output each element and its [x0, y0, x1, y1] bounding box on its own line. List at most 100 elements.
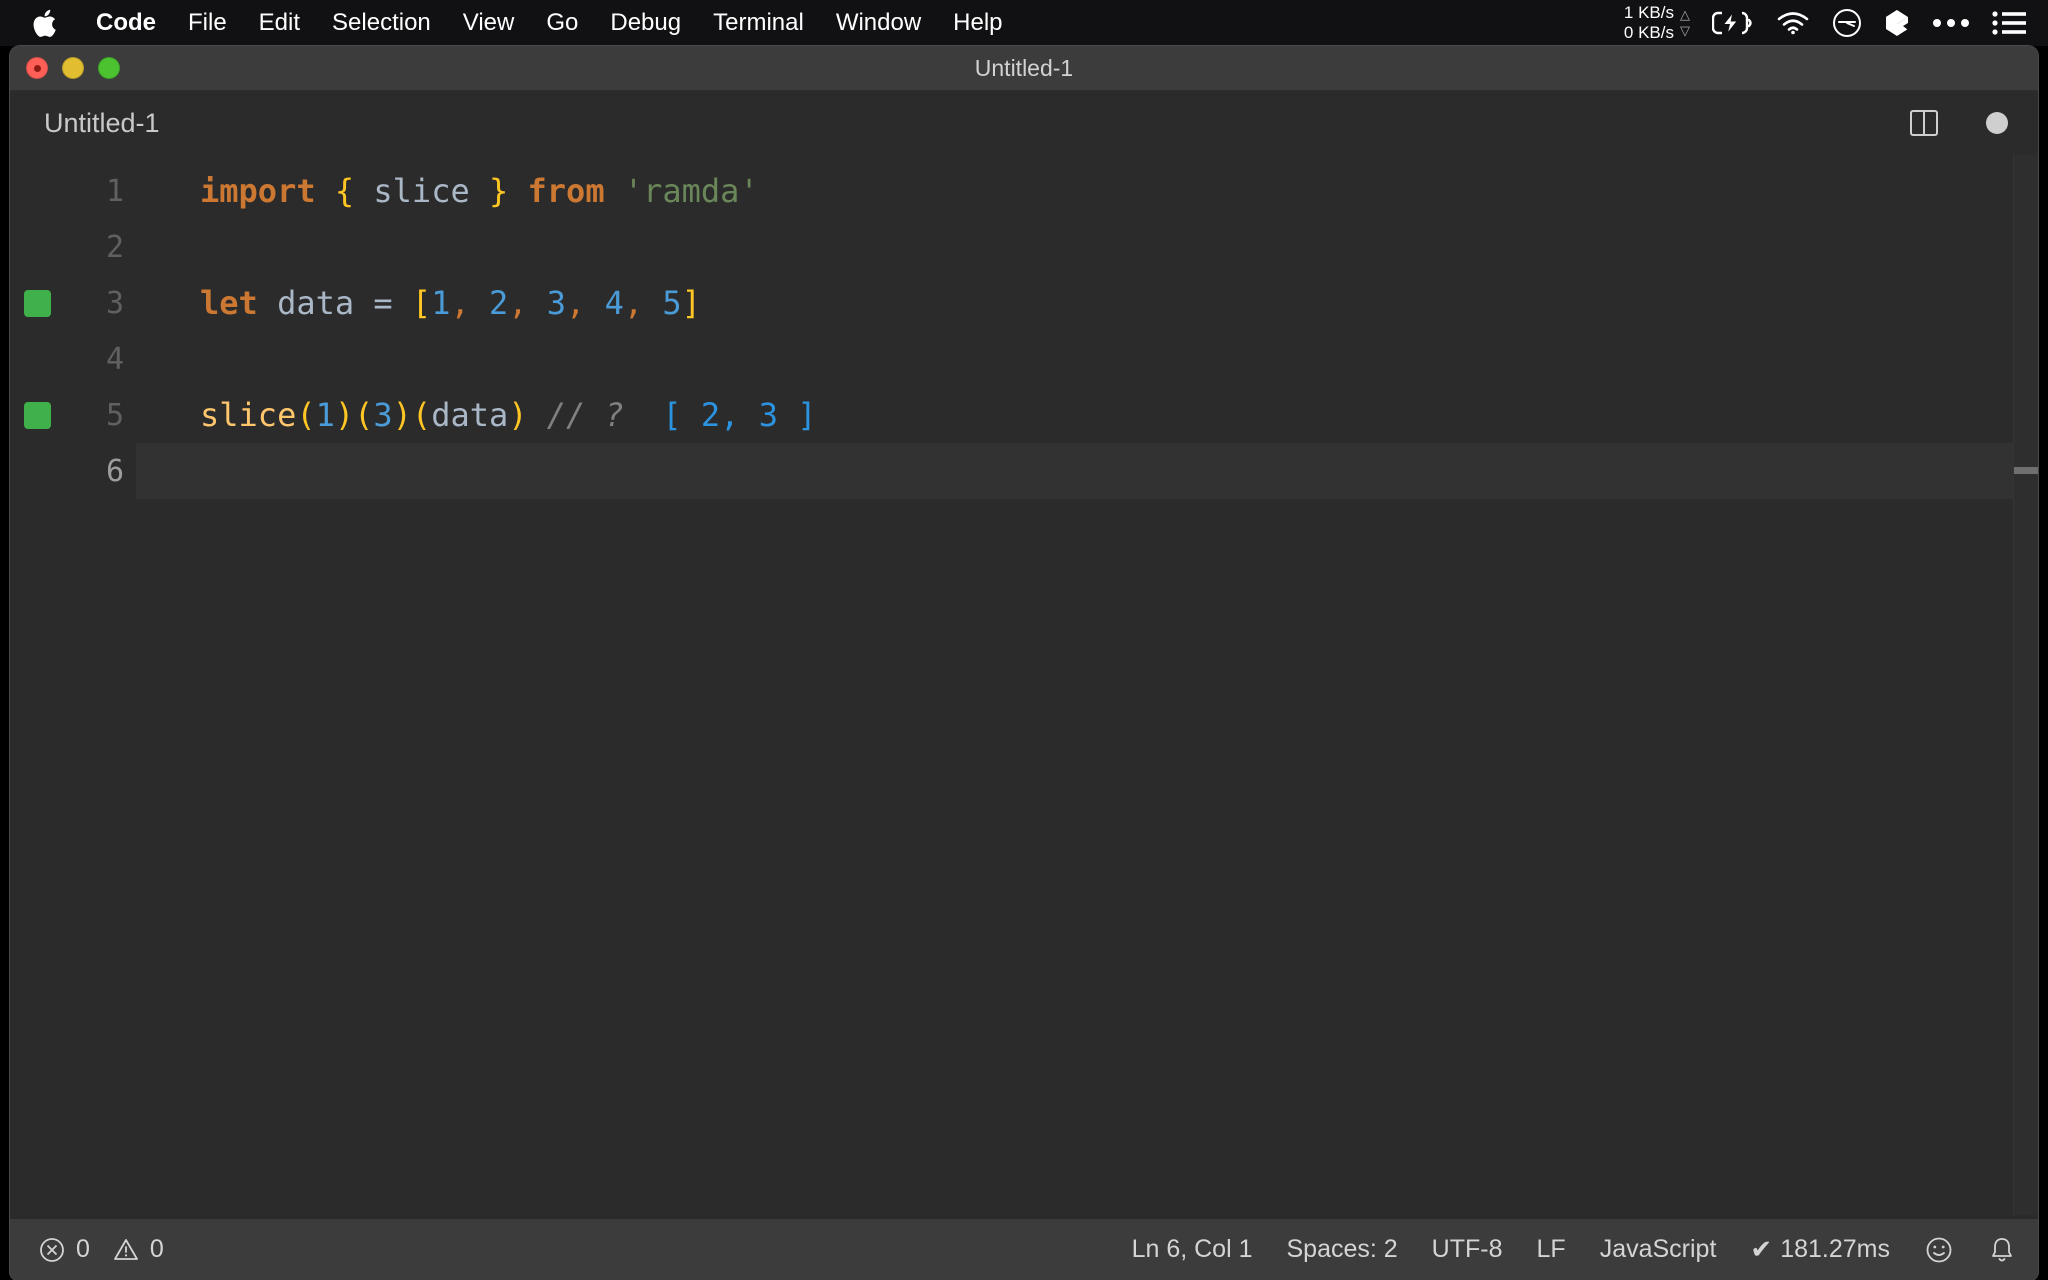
upload-arrow-icon: △: [1680, 7, 1690, 23]
code-token: data: [277, 284, 355, 322]
code-token: ,: [450, 284, 470, 322]
code-line-5[interactable]: 5 slice(1)(3)(data) // ? [ 2, 3 ]: [10, 387, 2038, 443]
menu-item-view[interactable]: View: [447, 0, 531, 46]
code-token: ): [392, 396, 412, 434]
status-quokka-runtime[interactable]: ✔ 181.27ms: [1750, 1234, 1890, 1265]
code-editor[interactable]: 1 import { slice } from 'ramda' 2 3 let data…: [10, 155, 2038, 1215]
code-line-1[interactable]: 1 import { slice } from 'ramda': [10, 163, 2038, 219]
control-center-list-icon[interactable]: [1992, 10, 2026, 36]
code-token: 5: [662, 284, 682, 322]
menu-item-debug[interactable]: Debug: [594, 0, 697, 46]
line-number: 3: [105, 285, 124, 321]
code-line-content[interactable]: let data = [1, 2, 3, 4, 5]: [136, 275, 2038, 331]
dropbox-icon[interactable]: [1884, 9, 1910, 37]
quokka-green-square-icon[interactable]: [23, 289, 51, 317]
code-token: {: [334, 172, 355, 210]
zoom-button[interactable]: [98, 57, 120, 79]
menu-item-file[interactable]: File: [172, 0, 243, 46]
code-line-content[interactable]: slice(1)(3)(data) // ? [ 2, 3 ]: [136, 387, 2038, 443]
network-upload-speed: 1 KB/s: [1623, 2, 1674, 22]
code-token: (: [354, 396, 374, 434]
code-token: 1: [315, 396, 335, 434]
menu-item-window[interactable]: Window: [820, 0, 937, 46]
traffic-light-group: [10, 57, 120, 79]
unsaved-dot-icon[interactable]: [1986, 112, 2008, 134]
code-token: let: [200, 284, 258, 322]
apple-logo-icon[interactable]: [30, 6, 60, 40]
code-line-content[interactable]: [136, 331, 2038, 387]
code-token: // ?: [546, 396, 624, 434]
line-number: 4: [105, 341, 124, 377]
status-eol[interactable]: LF: [1537, 1235, 1566, 1264]
network-speed-indicator[interactable]: 1 KB/s 0 KB/s △ ▽: [1624, 3, 1690, 43]
tab-untitled-1[interactable]: Untitled-1: [10, 108, 160, 139]
code-line-6[interactable]: 6: [10, 443, 2038, 499]
code-line-content[interactable]: [136, 219, 2038, 275]
quokka-green-square-icon[interactable]: [23, 401, 51, 429]
editor-actions: [1910, 91, 2008, 155]
status-problems[interactable]: 0 0: [38, 1235, 164, 1264]
ellipsis-icon[interactable]: [1932, 17, 1970, 29]
line-number: 6: [105, 453, 124, 489]
menu-item-help[interactable]: Help: [937, 0, 1018, 46]
status-bar-right: Ln 6, Col 1 Spaces: 2 UTF-8 LF JavaScrip…: [1132, 1234, 2016, 1265]
smiley-icon[interactable]: [1924, 1235, 1954, 1265]
bell-icon[interactable]: [1988, 1235, 2016, 1265]
code-token: 1: [431, 284, 451, 322]
code-token: 3: [373, 396, 393, 434]
wifi-icon[interactable]: [1776, 11, 1810, 35]
code-line-content[interactable]: import { slice } from 'ramda': [136, 163, 2038, 219]
editor-overview-ruler[interactable]: [2013, 155, 2038, 1215]
window-titlebar: Untitled-1: [10, 46, 2038, 91]
gutter-marker-col: [10, 289, 58, 317]
minimize-button[interactable]: [62, 57, 84, 79]
status-indentation[interactable]: Spaces: 2: [1286, 1235, 1397, 1264]
error-circle-icon: [38, 1236, 66, 1264]
code-token: slice: [373, 172, 470, 210]
code-token: 'ramda': [623, 172, 759, 210]
menubar-status-items: 1 KB/s 0 KB/s △ ▽: [1624, 3, 2026, 43]
status-language-mode[interactable]: JavaScript: [1600, 1235, 1717, 1264]
code-token: ,: [566, 284, 586, 322]
macos-menubar: Code File Edit Selection View Go Debug T…: [0, 0, 2048, 46]
code-token: (: [296, 396, 316, 434]
code-token: ,: [623, 284, 644, 322]
menu-item-go[interactable]: Go: [530, 0, 594, 46]
menubar-items: Code File Edit Selection View Go Debug T…: [30, 0, 1624, 46]
battery-charging-icon[interactable]: [1712, 11, 1754, 35]
menu-item-selection[interactable]: Selection: [316, 0, 447, 46]
code-lines: 1 import { slice } from 'ramda' 2 3 let data…: [10, 155, 2038, 499]
code-token: ): [334, 396, 355, 434]
overview-ruler-mark: [2014, 467, 2038, 474]
menu-item-code[interactable]: Code: [80, 0, 172, 46]
code-line-4[interactable]: 4: [10, 331, 2038, 387]
code-token: ): [508, 396, 528, 434]
gutter-marker-col: [10, 401, 58, 429]
code-token: data: [431, 396, 509, 434]
clock-icon[interactable]: [1832, 8, 1862, 38]
menu-item-edit[interactable]: Edit: [243, 0, 316, 46]
split-editor-icon[interactable]: [1910, 110, 1938, 136]
error-count: 0: [76, 1235, 90, 1263]
code-token: [ 2, 3 ]: [662, 396, 817, 434]
menu-item-terminal[interactable]: Terminal: [697, 0, 820, 46]
code-token: ,: [508, 284, 528, 322]
line-number: 1: [105, 173, 124, 209]
code-line-content[interactable]: [136, 443, 2038, 499]
code-line-2[interactable]: 2: [10, 219, 2038, 275]
close-button[interactable]: [26, 57, 48, 79]
code-token: import: [200, 172, 316, 210]
status-encoding[interactable]: UTF-8: [1432, 1235, 1503, 1264]
status-cursor-position[interactable]: Ln 6, Col 1: [1132, 1235, 1253, 1264]
code-line-3[interactable]: 3 let data = [1, 2, 3, 4, 5]: [10, 275, 2038, 331]
line-number: 2: [105, 229, 124, 265]
